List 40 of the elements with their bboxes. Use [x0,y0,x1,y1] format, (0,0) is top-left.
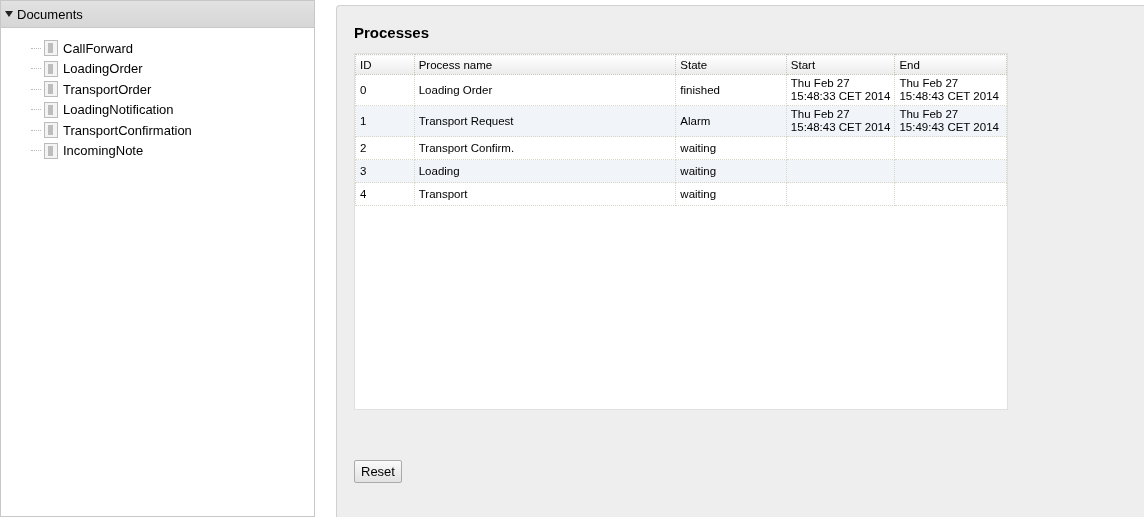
table-cell: Thu Feb 27 15:49:43 CET 2014 [894,105,1007,137]
document-icon [44,101,58,118]
document-item[interactable]: TransportOrder [63,81,152,97]
table-cell: 0 [355,74,415,106]
document-item[interactable]: LoadingOrder [63,61,143,77]
table-cell: 2 [355,136,415,160]
document-icon [44,60,58,77]
table-cell: 4 [355,182,415,206]
column-header[interactable]: Start [786,54,895,75]
table-cell: Transport Request [414,105,676,137]
table-cell: Thu Feb 27 15:48:33 CET 2014 [786,74,895,106]
table-cell: Loading Order [414,74,676,106]
document-item[interactable]: LoadingNotification [63,102,174,118]
document-item[interactable]: TransportConfirmation [63,122,192,138]
table-cell: 1 [355,105,415,137]
table-cell: waiting [675,136,787,160]
column-header[interactable]: ID [355,54,415,75]
table-cell: waiting [675,182,787,206]
table-cell: Transport [414,182,676,206]
table-cell: Alarm [675,105,787,137]
documents-header[interactable]: Documents [1,0,314,28]
section-title: Processes [354,24,431,41]
column-header[interactable]: Process name [414,54,676,75]
document-icon [44,142,58,159]
reset-button[interactable]: Reset [354,460,402,483]
table-cell: Loading [414,159,676,183]
section-label: Documents [17,6,83,22]
document-item[interactable]: IncomingNote [63,143,144,159]
table-cell: Transport Confirm. [414,136,676,160]
document-icon [44,40,58,57]
table-cell: waiting [675,159,787,183]
table-cell: Thu Feb 27 15:48:43 CET 2014 [894,74,1007,106]
column-header[interactable]: State [675,54,787,75]
table-cell: Thu Feb 27 15:48:43 CET 2014 [786,105,895,137]
document-icon [44,122,58,139]
table-cell: 3 [355,159,415,183]
column-header[interactable]: End [894,54,1007,75]
table-cell: finished [675,74,787,106]
document-icon [44,81,58,98]
document-item[interactable]: CallForward [63,40,134,56]
